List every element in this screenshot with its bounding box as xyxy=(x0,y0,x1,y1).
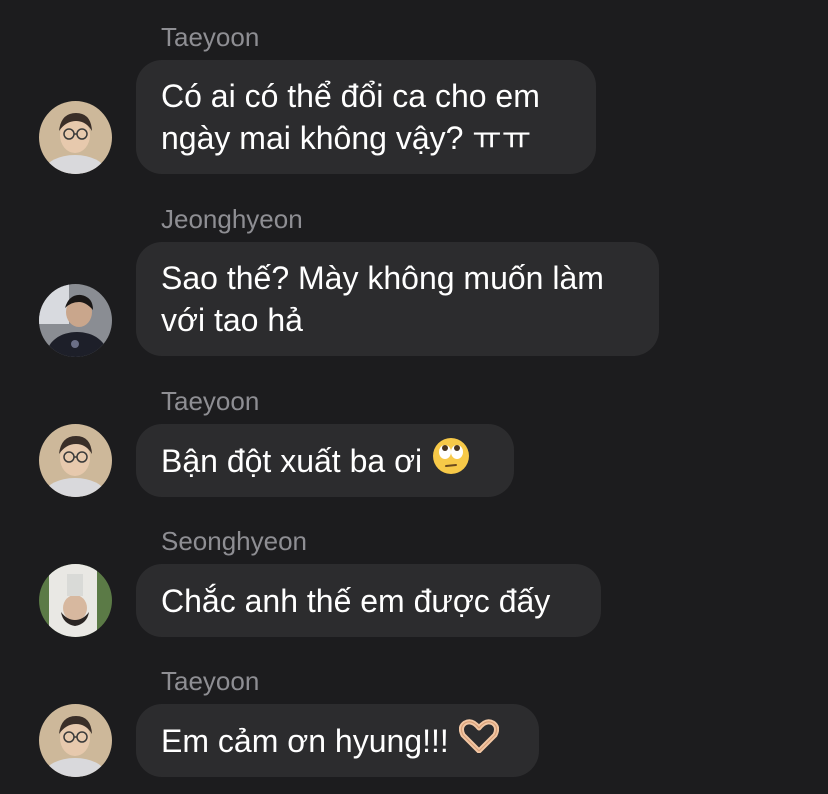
message-text: Sao thế? Mày không muốn làm với tao hả xyxy=(161,260,604,338)
sender-name: Taeyoon xyxy=(161,666,260,696)
sender-name: Taeyoon xyxy=(161,386,260,416)
taeyoon-avatar[interactable] xyxy=(39,424,112,497)
message-text: Chắc anh thế em được đấy xyxy=(161,582,551,619)
sender-name: Seonghyeon xyxy=(161,526,308,556)
message-bubble[interactable]: Sao thế? Mày không muốn làm với tao hả xyxy=(136,242,659,356)
eye-roll-emoji xyxy=(432,437,470,485)
message-bubble[interactable]: Em cảm ơn hyung!!! xyxy=(136,704,539,777)
seonghyeon-avatar[interactable] xyxy=(39,564,112,637)
jeonghyeon-avatar[interactable] xyxy=(39,284,112,357)
message-text: Bận đột xuất ba ơi xyxy=(161,442,423,479)
message-text: Có ai có thể đổi ca cho em ngày mai khôn… xyxy=(161,78,540,156)
message-bubble[interactable]: Bận đột xuất ba ơi xyxy=(136,424,514,497)
sender-name: Taeyoon xyxy=(161,22,260,52)
taeyoon-avatar[interactable] xyxy=(39,101,112,174)
message-bubble[interactable]: Chắc anh thế em được đấy xyxy=(136,564,601,637)
message-text: Em cảm ơn hyung!!! xyxy=(161,722,449,759)
sender-name: Jeonghyeon xyxy=(161,204,303,234)
taeyoon-avatar[interactable] xyxy=(39,704,112,777)
heart-hands-emoji xyxy=(458,718,499,763)
message-bubble[interactable]: Có ai có thể đổi ca cho em ngày mai khôn… xyxy=(136,60,596,174)
